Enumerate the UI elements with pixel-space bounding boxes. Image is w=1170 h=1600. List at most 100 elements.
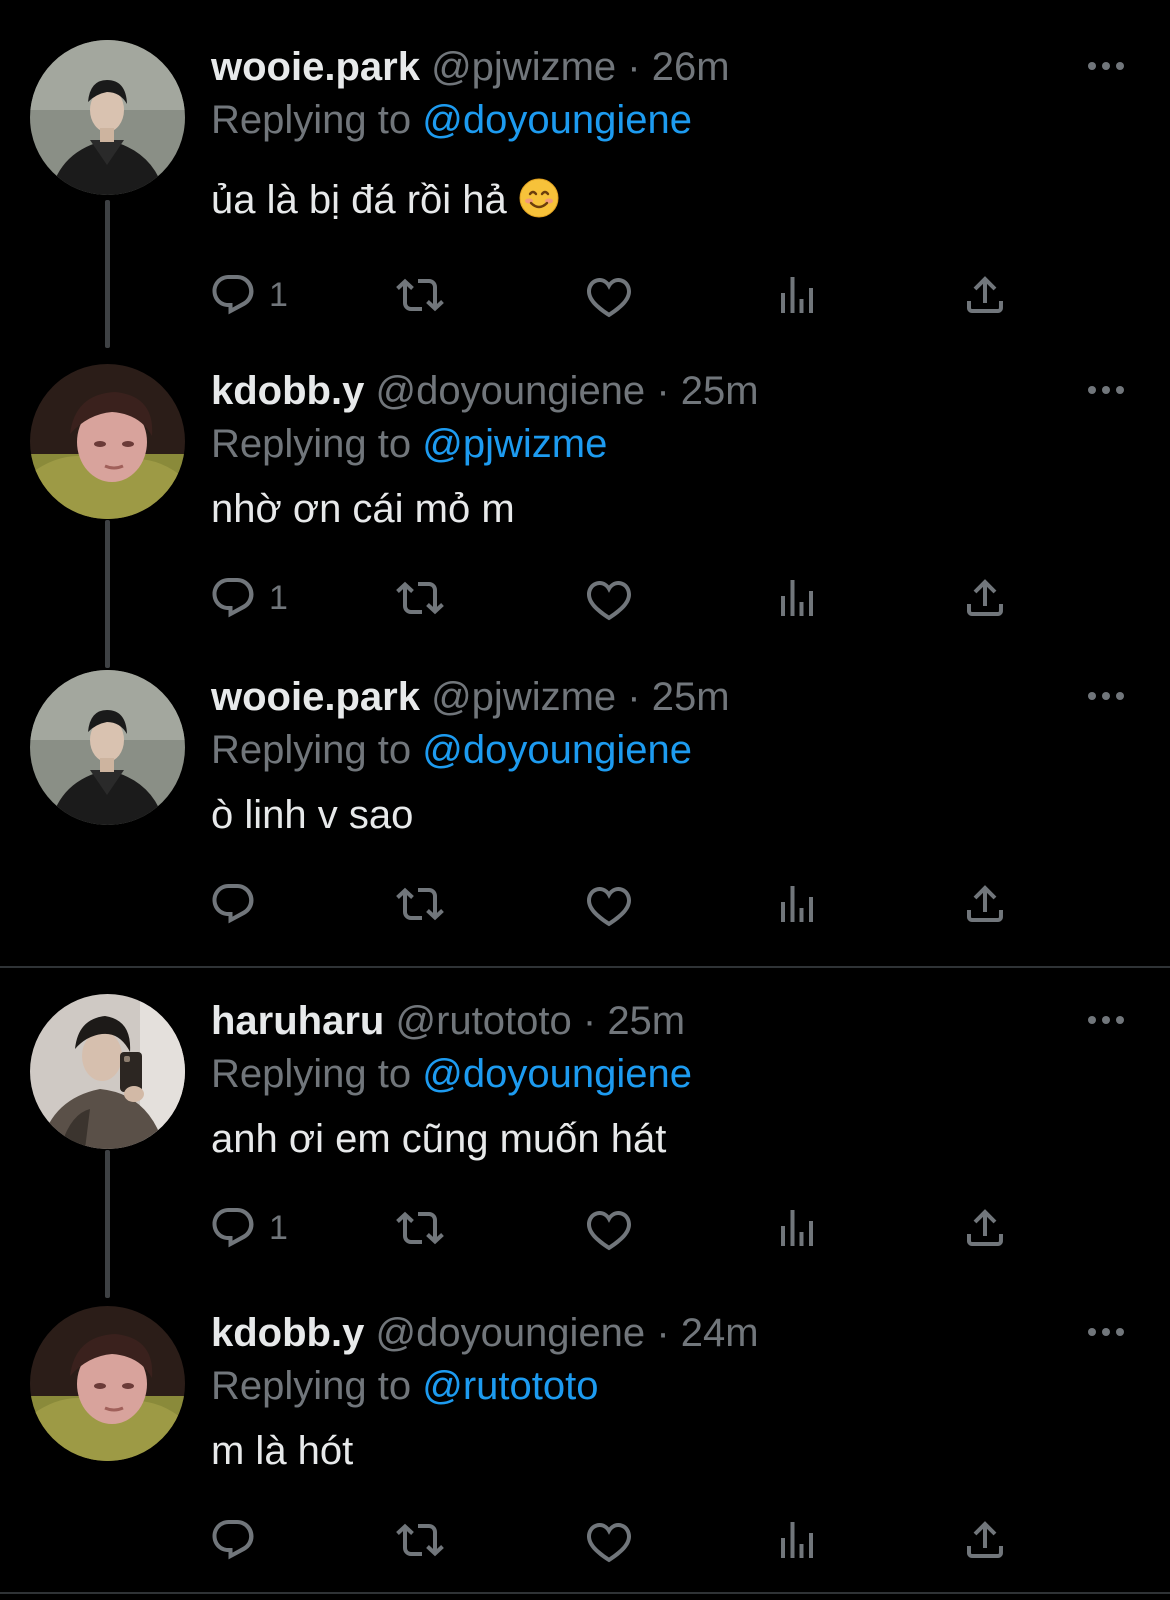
views-button[interactable]	[773, 1203, 821, 1253]
views-button[interactable]	[773, 573, 821, 623]
replying-to-line: Replying to @doyoungiene	[211, 95, 692, 145]
views-icon	[773, 880, 821, 928]
reply-button[interactable]: 1	[209, 1203, 288, 1253]
mention-link[interactable]: @doyoungiene	[422, 1052, 692, 1096]
retweet-button[interactable]	[396, 879, 444, 929]
share-icon	[961, 880, 1009, 928]
views-icon	[773, 1516, 821, 1564]
reply-button[interactable]	[209, 879, 269, 929]
mention-link[interactable]: @doyoungiene	[422, 98, 692, 142]
retweet-button[interactable]	[396, 1515, 444, 1565]
mention-link[interactable]: @doyoungiene	[422, 728, 692, 772]
reply-button[interactable]: 1	[209, 573, 288, 623]
replying-to-label: Replying to	[211, 98, 412, 142]
tweet-text: nhờ ơn cái mỏ m	[211, 487, 515, 531]
heart-icon	[585, 1204, 633, 1252]
share-button[interactable]	[961, 573, 1009, 623]
reply-button[interactable]: 1	[209, 270, 288, 320]
retweet-button[interactable]	[396, 1203, 444, 1253]
replying-to-label: Replying to	[211, 1364, 412, 1408]
avatar[interactable]	[30, 364, 185, 519]
handle[interactable]: @doyoungiene	[375, 1311, 645, 1355]
like-button[interactable]	[585, 573, 633, 623]
display-name[interactable]: haruharu	[211, 999, 384, 1043]
mention-link[interactable]: @rutototo	[422, 1364, 598, 1408]
replying-to-line: Replying to @doyoungiene	[211, 725, 692, 775]
tweet-actions: 1	[0, 1203, 1170, 1253]
avatar[interactable]	[30, 1306, 185, 1461]
heart-icon	[585, 574, 633, 622]
heart-icon	[585, 880, 633, 928]
share-button[interactable]	[961, 879, 1009, 929]
tweet[interactable]: kdobb.y @doyoungiene · 25m Replying to @…	[0, 324, 1170, 668]
views-button[interactable]	[773, 1515, 821, 1565]
retweet-button[interactable]	[396, 270, 444, 320]
avatar[interactable]	[30, 994, 185, 1149]
share-button[interactable]	[961, 1203, 1009, 1253]
separator: ·	[627, 45, 641, 89]
avatar-wooie	[30, 40, 185, 195]
tweet[interactable]: haruharu @rutototo · 25m Replying to @do…	[0, 954, 1170, 1298]
reply-icon	[209, 880, 257, 928]
display-name[interactable]: kdobb.y	[211, 369, 364, 413]
share-button[interactable]	[961, 270, 1009, 320]
replying-to-line: Replying to @doyoungiene	[211, 1049, 692, 1099]
separator: ·	[627, 675, 641, 719]
bottom-divider	[0, 1592, 1170, 1594]
replying-to-line: Replying to @rutototo	[211, 1361, 599, 1411]
tweet-actions	[0, 1515, 1170, 1565]
more-icon[interactable]	[1086, 56, 1126, 76]
more-icon[interactable]	[1086, 380, 1126, 400]
retweet-button[interactable]	[396, 573, 444, 623]
like-button[interactable]	[585, 1515, 633, 1565]
heart-icon	[585, 1516, 633, 1564]
display-name[interactable]: wooie.park	[211, 45, 420, 89]
display-name[interactable]: wooie.park	[211, 675, 420, 719]
views-button[interactable]	[773, 879, 821, 929]
avatar[interactable]	[30, 670, 185, 825]
tweet[interactable]: kdobb.y @doyoungiene · 24m Replying to @…	[0, 1266, 1170, 1600]
retweet-icon	[396, 271, 444, 319]
like-button[interactable]	[585, 1203, 633, 1253]
views-icon	[773, 1204, 821, 1252]
avatar-haruharu	[30, 994, 185, 1149]
handle[interactable]: @doyoungiene	[375, 369, 645, 413]
timestamp[interactable]: 25m	[607, 999, 685, 1043]
handle[interactable]: @pjwizme	[431, 45, 616, 89]
tweet-header: haruharu @rutototo · 25m	[211, 996, 685, 1046]
like-button[interactable]	[585, 270, 633, 320]
more-icon[interactable]	[1086, 1010, 1126, 1030]
timestamp[interactable]: 25m	[681, 369, 759, 413]
mention-link[interactable]: @pjwizme	[422, 422, 607, 466]
avatar[interactable]	[30, 40, 185, 195]
timestamp[interactable]: 25m	[652, 675, 730, 719]
reply-count: 1	[269, 1209, 288, 1247]
like-button[interactable]	[585, 879, 633, 929]
timestamp[interactable]: 26m	[652, 45, 730, 89]
share-icon	[961, 271, 1009, 319]
timestamp[interactable]: 24m	[681, 1311, 759, 1355]
display-name[interactable]: kdobb.y	[211, 1311, 364, 1355]
share-button[interactable]	[961, 1515, 1009, 1565]
retweet-icon	[396, 1204, 444, 1252]
separator: ·	[582, 999, 597, 1043]
more-icon[interactable]	[1086, 1322, 1126, 1342]
reply-button[interactable]	[209, 1515, 269, 1565]
handle[interactable]: @pjwizme	[431, 675, 616, 719]
tweet-text: m là hót	[211, 1429, 354, 1473]
retweet-icon	[396, 574, 444, 622]
handle[interactable]: @rutototo	[395, 999, 571, 1043]
share-icon	[961, 574, 1009, 622]
tweet-header: wooie.park @pjwizme · 25m	[211, 672, 730, 722]
views-button[interactable]	[773, 270, 821, 320]
tweet-text: anh ơi em cũng muốn hát	[211, 1117, 667, 1161]
smiling-face-emoji	[519, 178, 559, 218]
more-icon[interactable]	[1086, 686, 1126, 706]
heart-icon	[585, 271, 633, 319]
retweet-icon	[396, 1516, 444, 1564]
tweet-actions: 1	[0, 573, 1170, 623]
tweet[interactable]: wooie.park @pjwizme · 25m Replying to @d…	[0, 630, 1170, 942]
separator: ·	[656, 369, 670, 413]
replying-to-line: Replying to @pjwizme	[211, 419, 607, 469]
tweet[interactable]: wooie.park @pjwizme · 26m Replying to @d…	[0, 0, 1170, 348]
